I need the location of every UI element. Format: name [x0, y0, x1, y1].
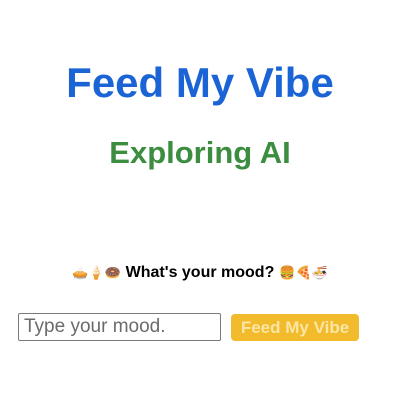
burger-emoji-icon: 🍔 — [279, 265, 296, 280]
feed-my-vibe-button[interactable]: Feed My Vibe — [231, 314, 359, 341]
mood-prompt-text: What's your mood? — [125, 264, 275, 281]
ice-cream-emoji-icon: 🍦 — [88, 265, 105, 280]
app-title: Feed My Vibe — [66, 59, 334, 106]
mood-prompt: 🥧 🍦 🍩 What's your mood? 🍔 🍕 🍜 — [0, 262, 400, 284]
pizza-emoji-icon: 🍕 — [295, 265, 312, 280]
noodles-emoji-icon: 🍜 — [311, 265, 328, 280]
donut-emoji-icon: 🍩 — [104, 265, 121, 280]
mood-input[interactable] — [18, 313, 221, 341]
subtitle: Exploring AI — [109, 135, 291, 170]
pie-emoji-icon: 🥧 — [72, 265, 89, 280]
